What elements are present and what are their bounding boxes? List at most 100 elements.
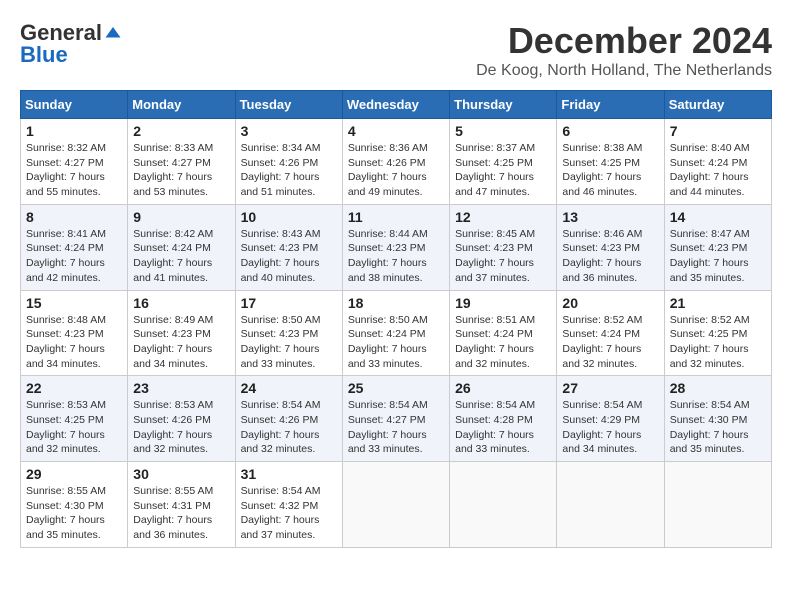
day-info: Sunrise: 8:53 AM Sunset: 4:26 PM Dayligh… (133, 398, 229, 457)
calendar-day-cell: 24 Sunrise: 8:54 AM Sunset: 4:26 PM Dayl… (235, 376, 342, 462)
day-info: Sunrise: 8:45 AM Sunset: 4:23 PM Dayligh… (455, 227, 551, 286)
calendar-header-row: SundayMondayTuesdayWednesdayThursdayFrid… (21, 91, 772, 119)
day-info: Sunrise: 8:32 AM Sunset: 4:27 PM Dayligh… (26, 141, 122, 200)
day-number: 12 (455, 209, 551, 225)
sunrise-label: Sunrise: 8:54 AM (241, 399, 321, 411)
sunrise-label: Sunrise: 8:50 AM (241, 314, 321, 326)
day-info: Sunrise: 8:52 AM Sunset: 4:25 PM Dayligh… (670, 313, 766, 372)
daylight-minutes: and 34 minutes. (26, 358, 101, 370)
daylight-label: Daylight: 7 hours (133, 514, 212, 526)
calendar-day-cell: 19 Sunrise: 8:51 AM Sunset: 4:24 PM Dayl… (450, 290, 557, 376)
sunset-label: Sunset: 4:26 PM (241, 157, 319, 169)
sunset-label: Sunset: 4:23 PM (455, 242, 533, 254)
weekday-header: Wednesday (342, 91, 449, 119)
daylight-minutes: and 37 minutes. (455, 272, 530, 284)
day-number: 5 (455, 123, 551, 139)
daylight-label: Daylight: 7 hours (26, 257, 105, 269)
calendar-day-cell: 2 Sunrise: 8:33 AM Sunset: 4:27 PM Dayli… (128, 119, 235, 205)
sunset-label: Sunset: 4:26 PM (133, 414, 211, 426)
day-number: 17 (241, 295, 337, 311)
sunrise-label: Sunrise: 8:50 AM (348, 314, 428, 326)
daylight-label: Daylight: 7 hours (26, 343, 105, 355)
day-info: Sunrise: 8:40 AM Sunset: 4:24 PM Dayligh… (670, 141, 766, 200)
day-info: Sunrise: 8:44 AM Sunset: 4:23 PM Dayligh… (348, 227, 444, 286)
calendar-day-cell: 28 Sunrise: 8:54 AM Sunset: 4:30 PM Dayl… (664, 376, 771, 462)
day-info: Sunrise: 8:43 AM Sunset: 4:23 PM Dayligh… (241, 227, 337, 286)
day-number: 31 (241, 466, 337, 482)
sunset-label: Sunset: 4:30 PM (670, 414, 748, 426)
calendar-day-cell: 30 Sunrise: 8:55 AM Sunset: 4:31 PM Dayl… (128, 462, 235, 548)
day-number: 21 (670, 295, 766, 311)
daylight-minutes: and 32 minutes. (26, 443, 101, 455)
sunrise-label: Sunrise: 8:37 AM (455, 142, 535, 154)
day-number: 18 (348, 295, 444, 311)
sunset-label: Sunset: 4:27 PM (348, 414, 426, 426)
day-info: Sunrise: 8:54 AM Sunset: 4:32 PM Dayligh… (241, 484, 337, 543)
daylight-label: Daylight: 7 hours (26, 171, 105, 183)
empty-cell (450, 462, 557, 548)
daylight-minutes: and 34 minutes. (562, 443, 637, 455)
day-info: Sunrise: 8:55 AM Sunset: 4:31 PM Dayligh… (133, 484, 229, 543)
calendar-day-cell: 7 Sunrise: 8:40 AM Sunset: 4:24 PM Dayli… (664, 119, 771, 205)
sunset-label: Sunset: 4:24 PM (670, 157, 748, 169)
day-number: 27 (562, 380, 658, 396)
calendar-day-cell: 17 Sunrise: 8:50 AM Sunset: 4:23 PM Dayl… (235, 290, 342, 376)
day-number: 8 (26, 209, 122, 225)
daylight-minutes: and 33 minutes. (348, 443, 423, 455)
daylight-label: Daylight: 7 hours (670, 343, 749, 355)
day-number: 20 (562, 295, 658, 311)
daylight-minutes: and 35 minutes. (670, 272, 745, 284)
page-subtitle: De Koog, North Holland, The Netherlands (476, 62, 772, 80)
calendar-day-cell: 25 Sunrise: 8:54 AM Sunset: 4:27 PM Dayl… (342, 376, 449, 462)
sunrise-label: Sunrise: 8:34 AM (241, 142, 321, 154)
daylight-label: Daylight: 7 hours (133, 257, 212, 269)
calendar-day-cell: 4 Sunrise: 8:36 AM Sunset: 4:26 PM Dayli… (342, 119, 449, 205)
sunrise-label: Sunrise: 8:38 AM (562, 142, 642, 154)
calendar-table: SundayMondayTuesdayWednesdayThursdayFrid… (20, 90, 772, 548)
sunrise-label: Sunrise: 8:51 AM (455, 314, 535, 326)
daylight-label: Daylight: 7 hours (241, 171, 320, 183)
day-number: 23 (133, 380, 229, 396)
daylight-label: Daylight: 7 hours (348, 429, 427, 441)
daylight-minutes: and 32 minutes. (562, 358, 637, 370)
sunset-label: Sunset: 4:24 PM (562, 328, 640, 340)
calendar-day-cell: 5 Sunrise: 8:37 AM Sunset: 4:25 PM Dayli… (450, 119, 557, 205)
sunset-label: Sunset: 4:26 PM (348, 157, 426, 169)
sunset-label: Sunset: 4:25 PM (670, 328, 748, 340)
daylight-minutes: and 36 minutes. (133, 529, 208, 541)
daylight-minutes: and 33 minutes. (455, 443, 530, 455)
sunset-label: Sunset: 4:30 PM (26, 500, 104, 512)
sunset-label: Sunset: 4:27 PM (133, 157, 211, 169)
sunrise-label: Sunrise: 8:33 AM (133, 142, 213, 154)
day-info: Sunrise: 8:51 AM Sunset: 4:24 PM Dayligh… (455, 313, 551, 372)
empty-cell (342, 462, 449, 548)
sunrise-label: Sunrise: 8:54 AM (670, 399, 750, 411)
logo-icon (104, 24, 122, 42)
day-number: 25 (348, 380, 444, 396)
day-number: 16 (133, 295, 229, 311)
sunset-label: Sunset: 4:27 PM (26, 157, 104, 169)
calendar-week-row: 1 Sunrise: 8:32 AM Sunset: 4:27 PM Dayli… (21, 119, 772, 205)
day-info: Sunrise: 8:36 AM Sunset: 4:26 PM Dayligh… (348, 141, 444, 200)
sunrise-label: Sunrise: 8:52 AM (562, 314, 642, 326)
daylight-minutes: and 32 minutes. (455, 358, 530, 370)
calendar-day-cell: 21 Sunrise: 8:52 AM Sunset: 4:25 PM Dayl… (664, 290, 771, 376)
calendar-day-cell: 8 Sunrise: 8:41 AM Sunset: 4:24 PM Dayli… (21, 204, 128, 290)
day-number: 9 (133, 209, 229, 225)
daylight-label: Daylight: 7 hours (133, 171, 212, 183)
daylight-minutes: and 44 minutes. (670, 186, 745, 198)
weekday-header: Monday (128, 91, 235, 119)
sunset-label: Sunset: 4:23 PM (241, 242, 319, 254)
daylight-label: Daylight: 7 hours (26, 429, 105, 441)
day-info: Sunrise: 8:47 AM Sunset: 4:23 PM Dayligh… (670, 227, 766, 286)
day-info: Sunrise: 8:55 AM Sunset: 4:30 PM Dayligh… (26, 484, 122, 543)
empty-cell (664, 462, 771, 548)
day-info: Sunrise: 8:37 AM Sunset: 4:25 PM Dayligh… (455, 141, 551, 200)
sunset-label: Sunset: 4:24 PM (455, 328, 533, 340)
sunrise-label: Sunrise: 8:53 AM (133, 399, 213, 411)
day-info: Sunrise: 8:48 AM Sunset: 4:23 PM Dayligh… (26, 313, 122, 372)
daylight-label: Daylight: 7 hours (455, 257, 534, 269)
sunrise-label: Sunrise: 8:55 AM (26, 485, 106, 497)
sunset-label: Sunset: 4:23 PM (562, 242, 640, 254)
sunset-label: Sunset: 4:28 PM (455, 414, 533, 426)
